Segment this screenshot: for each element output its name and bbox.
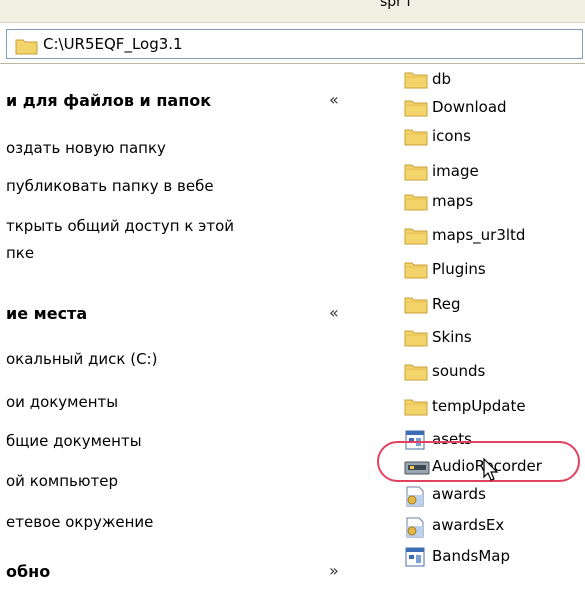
tasks-panel: и для файлов и папок « оздать новую папк… xyxy=(0,64,386,598)
file-list: db Download icons image maps maps_ur3ltd Plugi… xyxy=(400,64,585,598)
address-input[interactable]: C:\UR5EQF_Log3.1 xyxy=(6,29,583,59)
file-name: icons xyxy=(432,127,471,145)
section-title: ие места xyxy=(6,304,88,323)
task-publish-web[interactable]: публиковать папку в вебе xyxy=(6,177,214,195)
place-my-documents[interactable]: ои документы xyxy=(6,393,118,411)
collapse-icon[interactable]: « xyxy=(329,303,339,322)
mouse-cursor-icon xyxy=(482,457,500,486)
highlight-circle xyxy=(377,441,580,482)
top-strip: spr ſ xyxy=(0,0,585,23)
top-fragment: spr ſ xyxy=(380,0,412,10)
task-new-folder[interactable]: оздать новую папку xyxy=(6,139,166,157)
folder-icon xyxy=(404,260,428,280)
document-pin-icon xyxy=(404,485,428,507)
file-name: maps_ur3ltd xyxy=(432,226,526,244)
app-window-icon xyxy=(404,547,428,567)
section-header-file-tasks[interactable]: и для файлов и папок « xyxy=(0,84,360,120)
task-share-folder-cont[interactable]: пке xyxy=(6,244,34,262)
place-my-computer[interactable]: ой компьютер xyxy=(6,472,118,490)
file-name: tempUpdate xyxy=(432,397,526,415)
folder-icon xyxy=(404,328,428,348)
file-name: db xyxy=(432,70,452,88)
folder-icon xyxy=(404,98,428,118)
file-name: awards xyxy=(432,485,486,503)
collapse-icon[interactable]: « xyxy=(329,90,339,109)
file-name: awardsEx xyxy=(432,516,505,534)
file-name: BandsMap xyxy=(432,547,510,565)
folder-icon xyxy=(404,70,428,90)
folder-icon xyxy=(404,295,428,315)
address-path: C:\UR5EQF_Log3.1 xyxy=(43,35,183,53)
task-share-folder[interactable]: ткрыть общий доступ к этой xyxy=(6,217,234,235)
file-name: Reg xyxy=(432,295,461,313)
place-network[interactable]: етевое окружение xyxy=(6,513,153,531)
file-name: Download xyxy=(432,98,507,116)
folder-icon xyxy=(404,397,428,417)
folder-icon xyxy=(404,192,428,212)
folder-icon xyxy=(404,162,428,182)
folder-icon xyxy=(15,37,39,59)
address-bar: C:\UR5EQF_Log3.1 xyxy=(0,23,585,64)
place-shared-documents[interactable]: бщие документы xyxy=(6,432,142,450)
section-title: обно xyxy=(6,562,51,581)
expand-icon[interactable]: » xyxy=(329,561,339,580)
section-header-details[interactable]: обно » xyxy=(0,555,360,591)
place-local-disk[interactable]: окальный диск (C:) xyxy=(6,350,157,368)
folder-icon xyxy=(404,226,428,246)
file-name: maps xyxy=(432,192,474,210)
file-name: Skins xyxy=(432,328,472,346)
file-name: Plugins xyxy=(432,260,486,278)
document-pin-icon xyxy=(404,516,428,538)
file-name: image xyxy=(432,162,479,180)
file-name: sounds xyxy=(432,362,486,380)
folder-icon xyxy=(404,127,428,147)
section-title: и для файлов и папок xyxy=(6,91,212,110)
section-header-places[interactable]: ие места « xyxy=(0,297,360,333)
folder-icon xyxy=(404,362,428,382)
